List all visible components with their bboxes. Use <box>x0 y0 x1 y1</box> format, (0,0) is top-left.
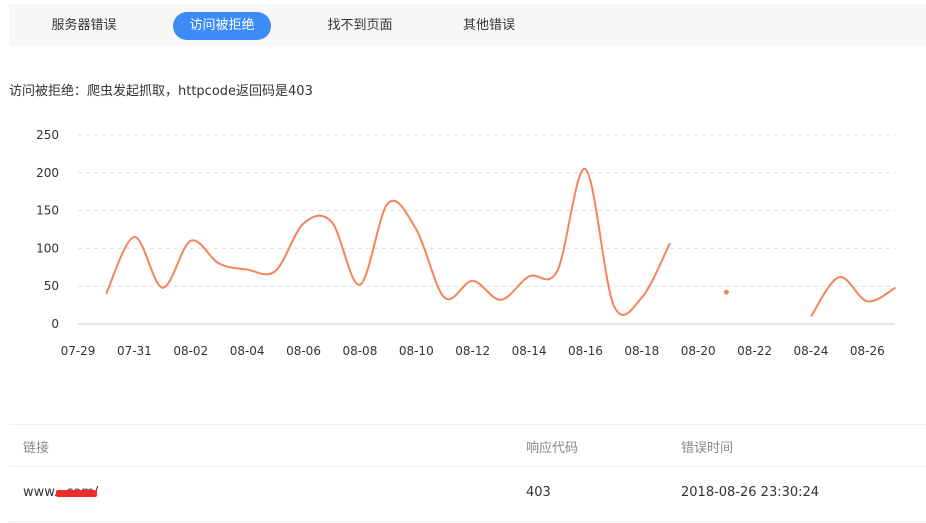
series-line <box>105 168 671 316</box>
y-tick-label: 250 <box>36 128 59 142</box>
tab-server-error[interactable]: 服务器错误 <box>34 12 134 40</box>
y-tick-label: 200 <box>36 166 59 180</box>
y-tick-label: 0 <box>51 317 59 331</box>
x-tick-label: 08-04 <box>230 344 265 358</box>
tab-other-error[interactable]: 其他错误 <box>449 12 529 40</box>
x-tick-label: 08-02 <box>173 344 208 358</box>
access-denied-line-chart: 0 50 100 150 200 250 07-29 07-31 08-02 08-04 08-06… <box>36 128 897 358</box>
x-tick-label: 08-10 <box>399 344 434 358</box>
response-code: 403 <box>526 485 551 500</box>
y-tick-label: 100 <box>36 241 59 255</box>
x-tick-label: 08-20 <box>681 344 716 358</box>
x-tick-label: 08-08 <box>342 344 377 358</box>
redaction-mark <box>56 490 97 497</box>
x-tick-label: 08-24 <box>794 344 829 358</box>
x-tick-label: 08-14 <box>512 344 547 358</box>
error-type-tabbar: 服务器错误 访问被拒绝 找不到页面 其他错误 <box>9 4 926 46</box>
x-tick-label: 08-26 <box>850 344 885 358</box>
table-row: www. .com/ 403 2018-08-26 23:30:24 <box>9 467 926 522</box>
x-tick-label: 08-22 <box>737 344 772 358</box>
column-header-link: 链接 <box>23 441 50 456</box>
error-table: 链接 响应代码 错误时间 www. .com/ 403 2018-08-26 2… <box>9 424 926 523</box>
series-point <box>723 289 729 295</box>
error-time: 2018-08-26 23:30:24 <box>681 485 820 500</box>
column-header-code: 响应代码 <box>526 441 579 456</box>
tab-access-denied[interactable]: 访问被拒绝 <box>173 12 271 40</box>
x-tick-label: 08-12 <box>455 344 490 358</box>
x-tick-label: 07-31 <box>117 344 152 358</box>
x-tick-label: 07-29 <box>61 344 96 358</box>
y-tick-label: 50 <box>44 279 59 293</box>
series-line <box>810 276 897 318</box>
x-tick-label: 08-06 <box>286 344 321 358</box>
y-tick-label: 150 <box>36 204 59 218</box>
table-header-row: 链接 响应代码 错误时间 <box>9 425 926 467</box>
column-header-time: 错误时间 <box>681 441 734 456</box>
x-tick-label: 08-16 <box>568 344 603 358</box>
x-tick-label: 08-18 <box>624 344 659 358</box>
error-description: 访问被拒绝：爬虫发起抓取，httpcode返回码是403 <box>9 84 313 99</box>
tab-page-not-found[interactable]: 找不到页面 <box>310 12 410 40</box>
